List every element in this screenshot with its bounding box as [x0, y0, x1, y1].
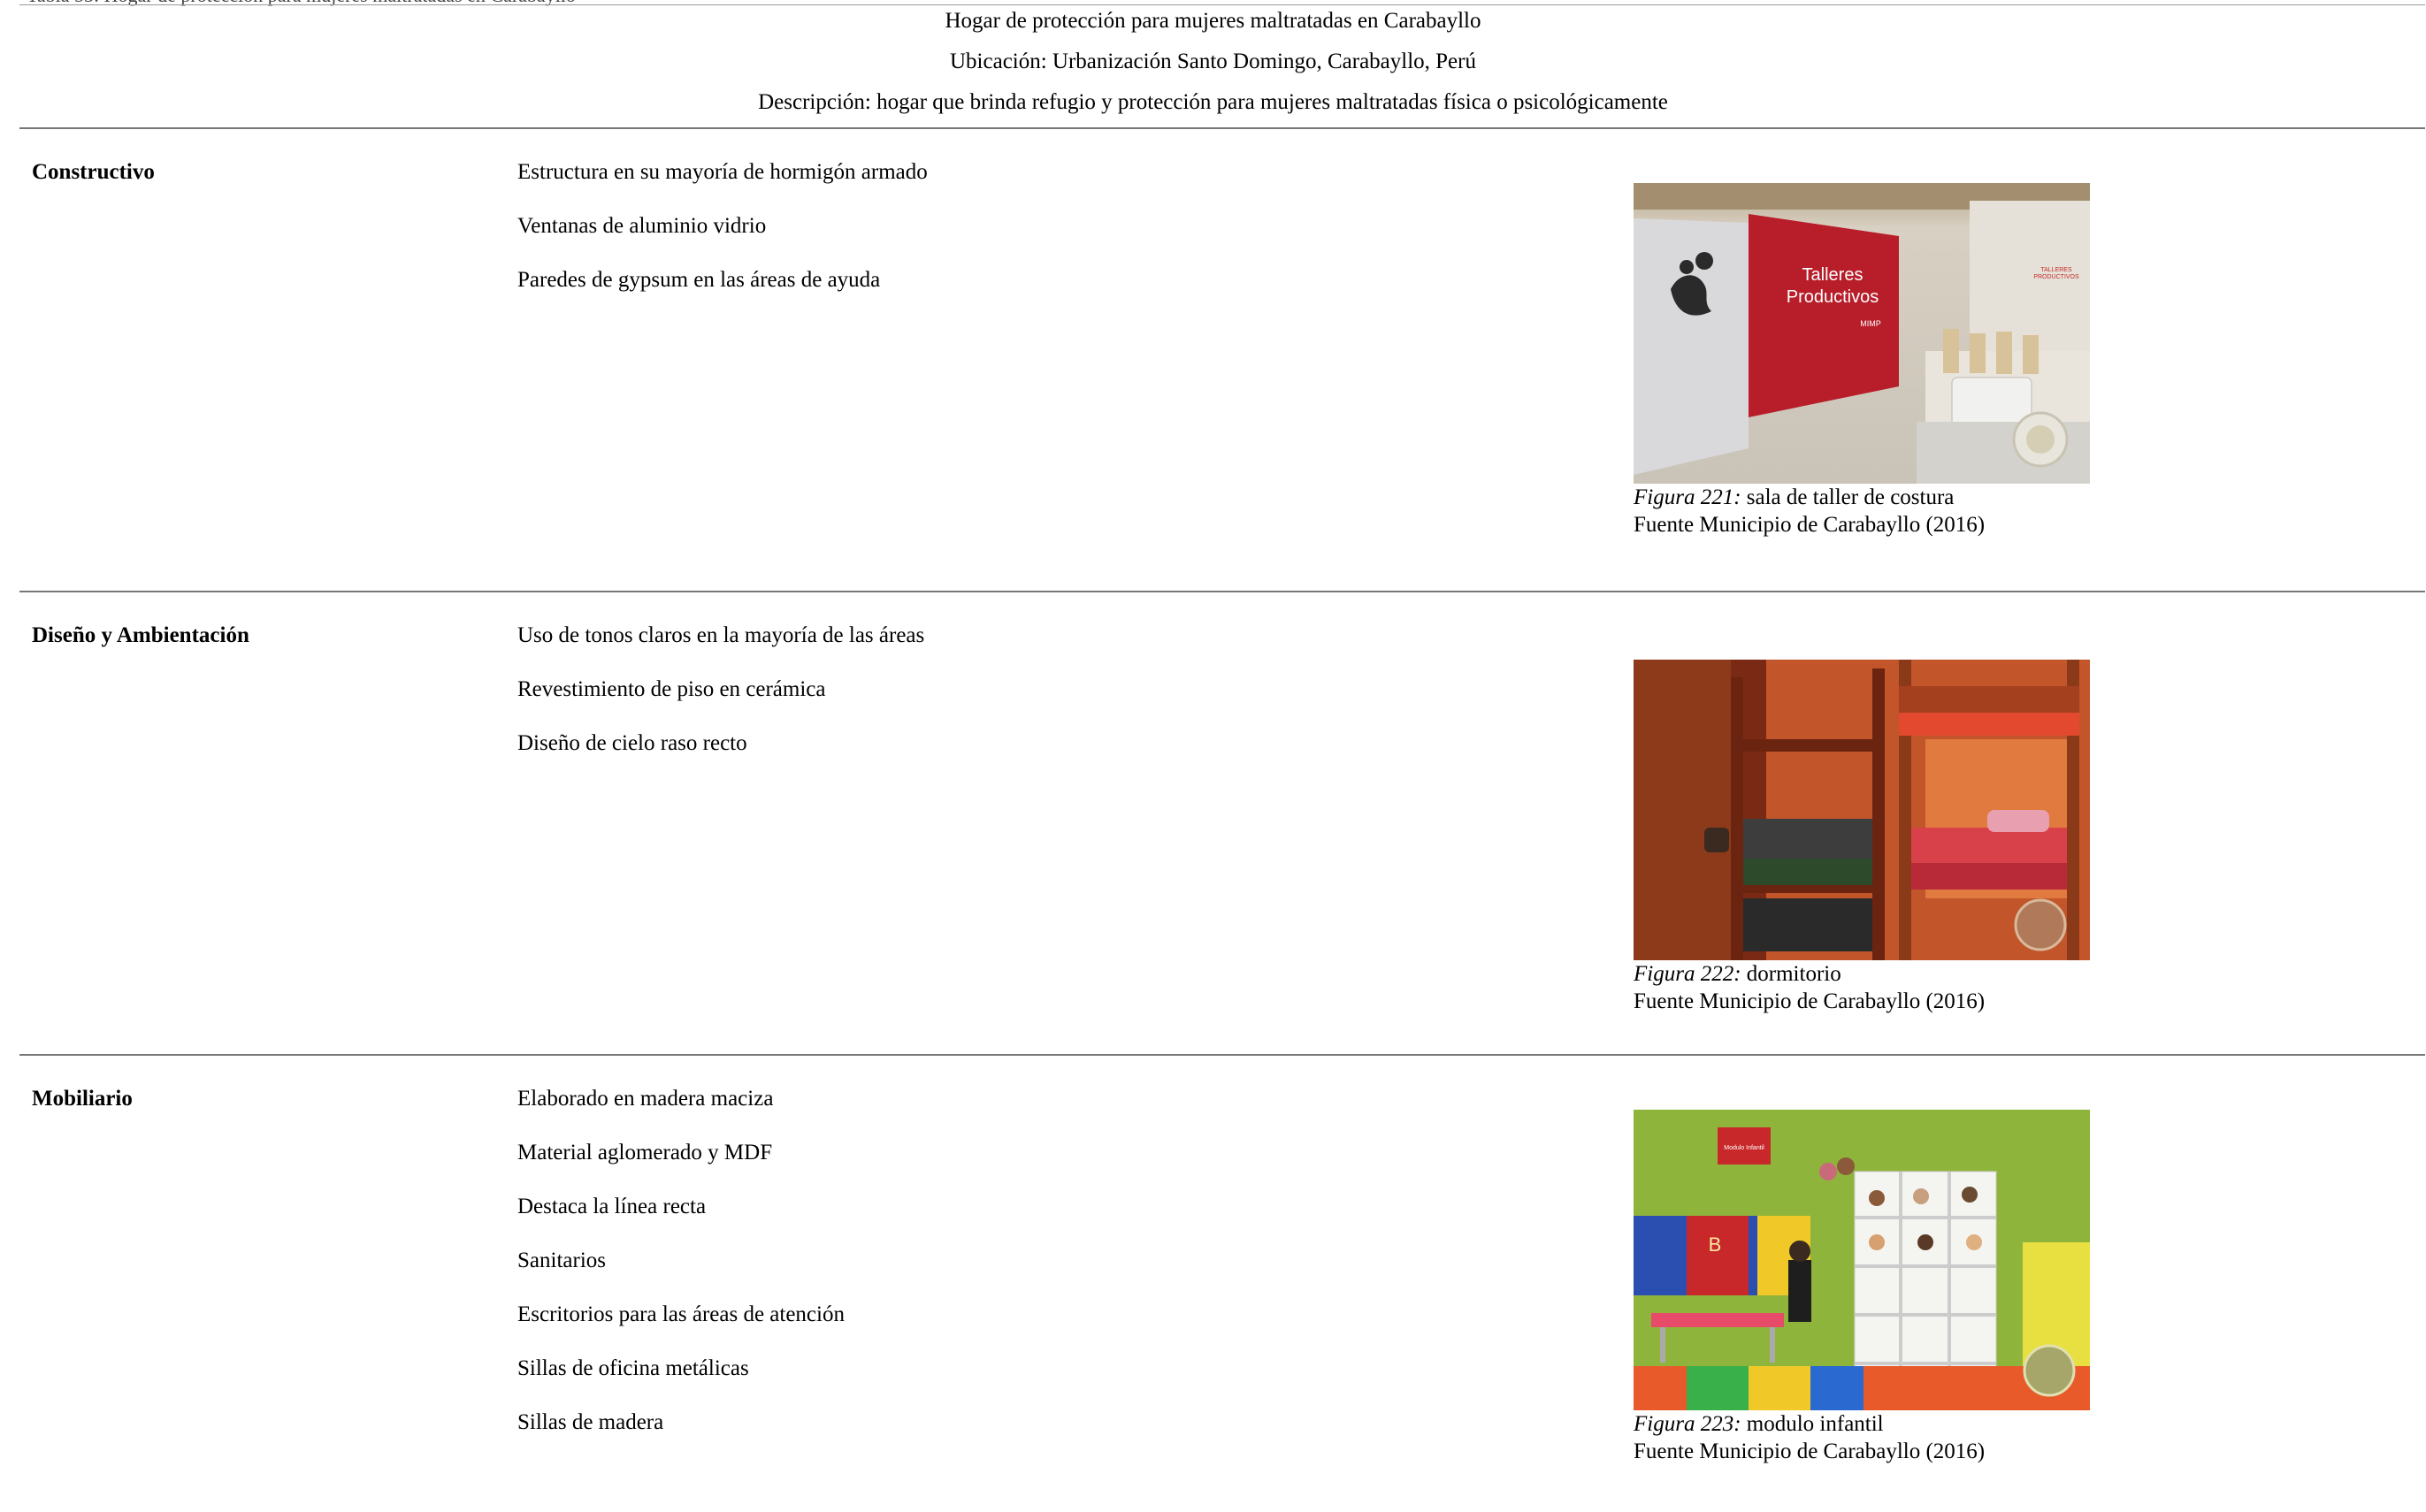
list-item: Sillas de madera [517, 1410, 664, 1434]
sign-small-text: MIMP [1860, 319, 1881, 328]
section-divider [19, 1054, 2425, 1056]
figure-label: Figura 221: [1634, 485, 1741, 509]
dormitory-illustration [1634, 660, 2090, 960]
wall-text: TALLERES [2040, 267, 2072, 273]
list-item: Escritorios para las áreas de atención [517, 1302, 845, 1326]
figure-source: Fuente Municipio de Carabayllo (2016) [1634, 1439, 1986, 1463]
truncated-table-caption: Tabla 53: Hogar de protección para mujer… [27, 0, 576, 7]
list-item: Material aglomerado y MDF [517, 1141, 773, 1165]
photo-sewing-workshop: Talleres Productivos MIMP TALLERES PRODU… [1634, 183, 2090, 484]
list-item: Sanitarios [517, 1249, 606, 1272]
category-mobiliario: Mobiliario [32, 1087, 133, 1111]
sewing-workshop-illustration: Talleres Productivos MIMP TALLERES PRODU… [1634, 183, 2090, 484]
list-item: Uso de tonos claros en la mayoría de las… [517, 623, 925, 647]
list-item: Elaborado en madera maciza [517, 1087, 774, 1111]
category-constructivo: Constructivo [32, 160, 155, 184]
list-item: Revestimiento de piso en cerámica [517, 677, 826, 701]
seal-icon [2023, 1344, 2076, 1397]
figure-source: Fuente Municipio de Carabayllo (2016) [1634, 989, 1986, 1013]
photo-children-module: B Modulo Infantil [1634, 1110, 2090, 1410]
list-item: Ventanas de aluminio vidrio [517, 214, 767, 238]
photo-dormitory [1634, 660, 2090, 960]
list-item: Sillas de oficina metálicas [517, 1356, 749, 1380]
sign-text: Modulo Infantil [1724, 1145, 1764, 1151]
figure-label: Figura 223: [1634, 1412, 1741, 1436]
list-item: Diseño de cielo raso recto [517, 731, 747, 755]
figure-caption: Figura 222: dormitorio [1634, 961, 1841, 988]
children-module-illustration: B Modulo Infantil [1634, 1110, 2090, 1410]
figure-caption: Figura 221: sala de taller de costura [1634, 485, 1954, 511]
seal-icon [2014, 898, 2067, 951]
wall-letter: B [1709, 1233, 1722, 1256]
list-item: Estructura en su mayoría de hormigón arm… [517, 160, 928, 184]
list-item: Paredes de gypsum en las áreas de ayuda [517, 268, 881, 292]
location-line: Ubicación: Urbanización Santo Domingo, C… [950, 50, 1476, 73]
figure-caption-text: sala de taller de costura [1741, 485, 1955, 509]
description-line: Descripción: hogar que brinda refugio y … [758, 90, 1668, 114]
category-diseno: Diseño y Ambientación [32, 623, 249, 647]
figure-caption: Figura 223: modulo infantil [1634, 1411, 1884, 1438]
section-divider [19, 591, 2425, 592]
figure-source: Fuente Municipio de Carabayllo (2016) [1634, 513, 1986, 537]
wall-text: PRODUCTIVOS [2033, 274, 2079, 280]
figure-label: Figura 222: [1634, 962, 1741, 986]
top-rule [19, 4, 2425, 5]
figure-caption-text: modulo infantil [1741, 1412, 1884, 1436]
header-divider [19, 127, 2425, 129]
figure-caption-text: dormitorio [1741, 962, 1841, 986]
list-item: Destaca la línea recta [517, 1195, 707, 1218]
sign-text: Productivos [1787, 287, 1879, 307]
document-title: Hogar de protección para mujeres maltrat… [945, 9, 1481, 33]
sign-text: Talleres [1802, 265, 1864, 285]
